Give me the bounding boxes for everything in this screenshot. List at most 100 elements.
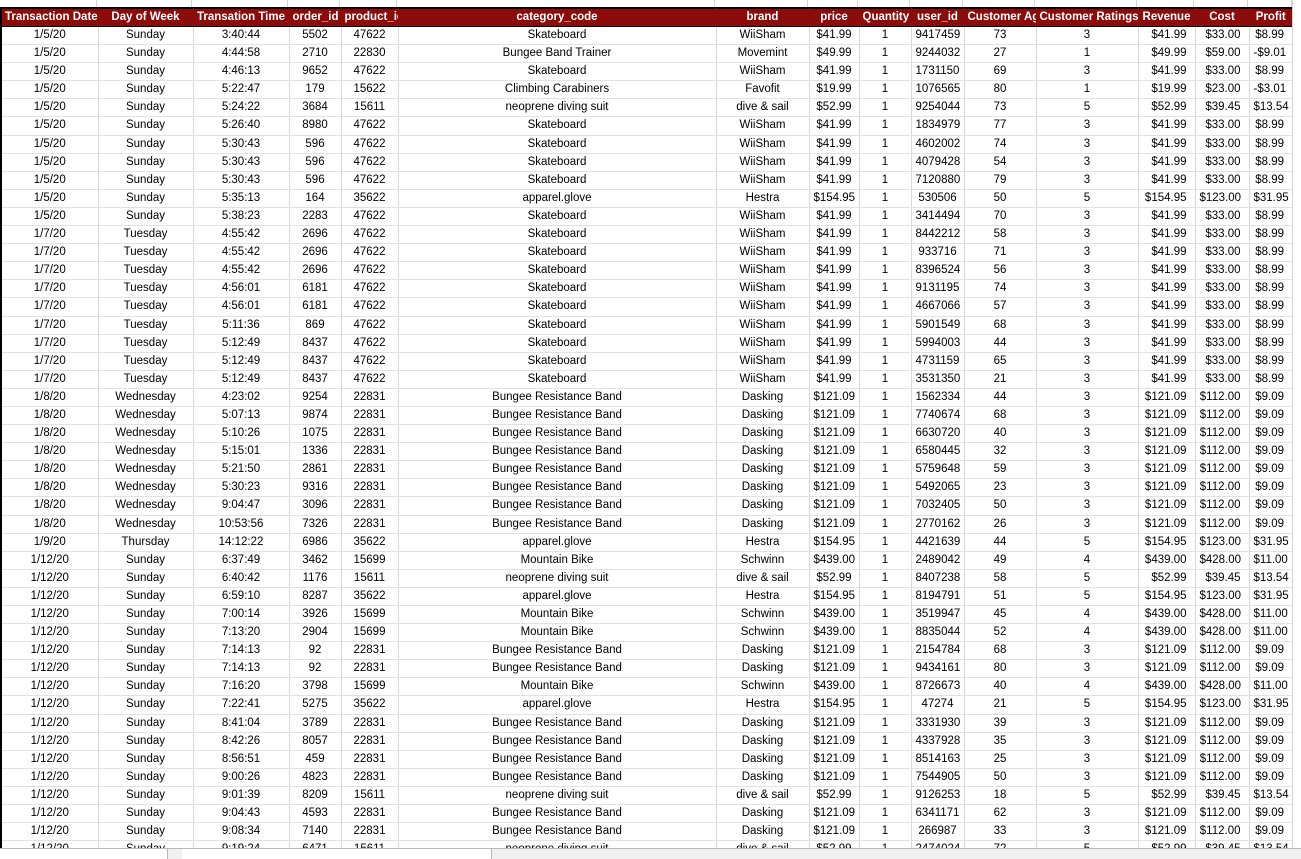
cell-order_id[interactable]: 9874	[289, 406, 342, 426]
table-row[interactable]: 1/12/20 Sunday 7:13:20 2904 15699 Mountain Bi…	[0, 623, 1294, 643]
cell-customer_ratings[interactable]: 3	[1036, 135, 1139, 154]
cell-category_code[interactable]: Bungee Resistance Band	[398, 442, 717, 462]
cell-user_id[interactable]: 6580445	[911, 442, 965, 462]
cell-profit[interactable]: $9.09	[1249, 822, 1294, 842]
cell-day_of_week[interactable]: Tuesday	[98, 370, 194, 389]
table-row[interactable]: 1/8/20 Wednesday 5:10:26 1075 22831 Bungee Re…	[0, 424, 1294, 444]
table-row[interactable]: 1/5/20 Sunday 5:30:43 596 47622 Skateboard Wii…	[0, 171, 1294, 190]
cell-brand[interactable]: Dasking	[716, 768, 810, 787]
cell-cost[interactable]: $123.00	[1195, 695, 1250, 715]
cell-user_id[interactable]: 1834979	[911, 116, 965, 136]
cell-product_id[interactable]: 22831	[341, 714, 399, 733]
cell-revenue[interactable]: $121.09	[1138, 750, 1196, 769]
cell-order_id[interactable]: 9316	[289, 478, 342, 498]
cell-profit[interactable]: $13.54	[1249, 786, 1294, 806]
cell-revenue[interactable]: $121.09	[1138, 424, 1196, 444]
table-row[interactable]: 1/8/20 Wednesday 4:23:02 9254 22831 Bungee Re…	[0, 388, 1294, 407]
cell-category_code[interactable]: neoprene diving suit	[398, 786, 717, 806]
cell-revenue[interactable]: $41.99	[1138, 370, 1196, 389]
cell-cost[interactable]: $428.00	[1195, 623, 1250, 643]
cell-product_id[interactable]: 47622	[341, 153, 399, 172]
cell-brand[interactable]: Schwinn	[716, 605, 810, 625]
cell-day_of_week[interactable]: Wednesday	[98, 496, 194, 516]
cell-product_id[interactable]: 15611	[341, 569, 399, 588]
cell-order_id[interactable]: 2710	[289, 44, 342, 64]
cell-category_code[interactable]: Skateboard	[398, 153, 717, 172]
cell-revenue[interactable]: $121.09	[1138, 732, 1196, 751]
cell-category_code[interactable]: Climbing Carabiners	[398, 80, 717, 100]
cell-product_id[interactable]: 15699	[341, 551, 399, 570]
cell-brand[interactable]: Schwinn	[716, 551, 810, 570]
table-row[interactable]: 1/12/20 Sunday 6:37:49 3462 15699 Mountain Bi…	[0, 551, 1294, 570]
cell-profit[interactable]: $8.99	[1249, 26, 1294, 46]
cell-transation_time[interactable]: 3:40:44	[193, 26, 290, 46]
cell-revenue[interactable]: $49.99	[1138, 44, 1196, 64]
cell-transaction_date[interactable]: 1/7/20	[0, 352, 99, 371]
cell-price[interactable]: $121.09	[809, 406, 860, 426]
cell-price[interactable]: $41.99	[809, 135, 860, 154]
cell-day_of_week[interactable]: Sunday	[98, 116, 194, 136]
cell-user_id[interactable]: 1076565	[911, 80, 965, 100]
cell-quantity[interactable]: 1	[859, 370, 912, 389]
cell-quantity[interactable]: 1	[859, 496, 912, 516]
cell-profit[interactable]: $8.99	[1249, 370, 1294, 389]
cell-revenue[interactable]: $121.09	[1138, 388, 1196, 407]
cell-product_id[interactable]: 35622	[341, 695, 399, 715]
table-row[interactable]: 1/5/20 Sunday 4:46:13 9652 47622 Skateboard Wi…	[0, 62, 1294, 82]
cell-revenue[interactable]: $41.99	[1138, 62, 1196, 82]
cell-quantity[interactable]: 1	[859, 352, 912, 371]
cell-quantity[interactable]: 1	[859, 153, 912, 172]
cell-profit[interactable]: $9.09	[1249, 388, 1294, 407]
cell-day_of_week[interactable]: Wednesday	[98, 442, 194, 462]
cell-cost[interactable]: $23.00	[1195, 80, 1250, 100]
cell-transaction_date[interactable]: 1/12/20	[0, 659, 99, 679]
cell-order_id[interactable]: 8209	[289, 786, 342, 806]
cell-transation_time[interactable]: 9:00:26	[193, 768, 290, 787]
cell-cost[interactable]: $112.00	[1195, 478, 1250, 498]
cell-cost[interactable]: $33.00	[1195, 207, 1250, 227]
cell-transation_time[interactable]: 5:35:13	[193, 189, 290, 208]
cell-transaction_date[interactable]: 1/5/20	[0, 153, 99, 172]
cell-customer_age[interactable]: 73	[964, 26, 1037, 46]
cell-customer_ratings[interactable]: 3	[1036, 768, 1139, 787]
cell-profit[interactable]: $9.09	[1249, 460, 1294, 480]
cell-day_of_week[interactable]: Tuesday	[98, 334, 194, 353]
cell-user_id[interactable]: 5759648	[911, 460, 965, 480]
cell-day_of_week[interactable]: Sunday	[98, 822, 194, 842]
cell-order_id[interactable]: 4593	[289, 804, 342, 824]
cell-order_id[interactable]: 8437	[289, 352, 342, 371]
cell-transaction_date[interactable]: 1/12/20	[0, 768, 99, 787]
cell-day_of_week[interactable]: Sunday	[98, 189, 194, 208]
table-row[interactable]: 1/8/20 Wednesday 9:04:47 3096 22831 Bungee Re…	[0, 496, 1294, 516]
cell-user_id[interactable]: 5994003	[911, 334, 965, 353]
cell-revenue[interactable]: $41.99	[1138, 352, 1196, 371]
cell-price[interactable]: $439.00	[809, 551, 860, 570]
cell-cost[interactable]: $33.00	[1195, 243, 1250, 263]
cell-customer_ratings[interactable]: 3	[1036, 352, 1139, 371]
table-row[interactable]: 1/12/20 Sunday 7:14:13 92 22831 Bungee Resist…	[0, 641, 1294, 661]
cell-profit[interactable]: $9.09	[1249, 424, 1294, 444]
cell-order_id[interactable]: 8437	[289, 334, 342, 353]
cell-brand[interactable]: Movemint	[716, 44, 810, 64]
cell-product_id[interactable]: 47622	[341, 352, 399, 371]
cell-product_id[interactable]: 15622	[341, 80, 399, 100]
cell-price[interactable]: $41.99	[809, 225, 860, 245]
cell-quantity[interactable]: 1	[859, 80, 912, 100]
cell-revenue[interactable]: $41.99	[1138, 243, 1196, 263]
cell-transaction_date[interactable]: 1/5/20	[0, 98, 99, 118]
cell-user_id[interactable]: 7740674	[911, 406, 965, 426]
table-row[interactable]: 1/12/20 Sunday 8:56:51 459 22831 Bungee Resis…	[0, 750, 1294, 769]
cell-day_of_week[interactable]: Tuesday	[98, 352, 194, 371]
sheet-tab[interactable]	[0, 849, 168, 859]
cell-transaction_date[interactable]: 1/12/20	[0, 714, 99, 733]
cell-category_code[interactable]: Mountain Bike	[398, 605, 717, 625]
cell-day_of_week[interactable]: Sunday	[98, 786, 194, 806]
cell-category_code[interactable]: Bungee Resistance Band	[398, 641, 717, 661]
cell-revenue[interactable]: $41.99	[1138, 26, 1196, 46]
cell-cost[interactable]: $39.45	[1195, 98, 1250, 118]
cell-category_code[interactable]: Bungee Resistance Band	[398, 478, 717, 498]
cell-customer_ratings[interactable]: 3	[1036, 225, 1139, 245]
cell-customer_ratings[interactable]: 3	[1036, 714, 1139, 733]
table-row[interactable]: 1/5/20 Sunday 5:35:13 164 35622 apparel.glove…	[0, 189, 1294, 208]
cell-transation_time[interactable]: 4:55:42	[193, 243, 290, 263]
